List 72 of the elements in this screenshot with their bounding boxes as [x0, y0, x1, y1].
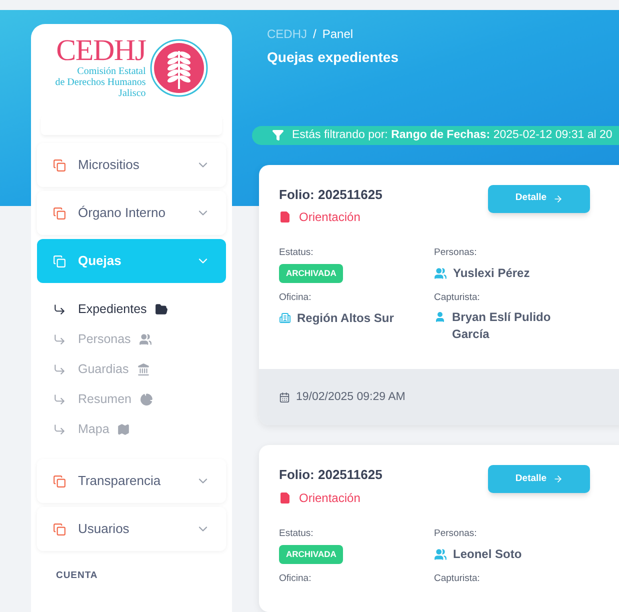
document-icon — [279, 211, 291, 223]
sub-arrow-icon — [53, 332, 66, 346]
submenu-label: Resumen — [78, 390, 132, 408]
breadcrumb-separator: / — [313, 26, 316, 43]
map-icon — [117, 422, 130, 436]
submenu-label: Expedientes — [78, 300, 147, 318]
section-heading: CUENTA — [56, 569, 99, 583]
breadcrumb-item[interactable]: CEDHJ — [267, 25, 308, 43]
folio-text: Folio: 202511625 — [279, 186, 382, 204]
submenu-label: Personas — [78, 330, 131, 348]
status-badge: ARCHIVADA — [279, 264, 344, 283]
field-value: Leonel Soto — [453, 546, 522, 563]
building-icon — [279, 312, 291, 324]
sub-arrow-icon — [53, 422, 66, 436]
sidebar-menu-item[interactable]: Órgano Interno — [37, 191, 226, 235]
copy-icon — [53, 254, 66, 268]
type-text: Orientación — [299, 490, 360, 507]
copy-icon — [53, 522, 66, 536]
breadcrumb-item: Panel — [322, 26, 354, 43]
calendar-icon — [279, 392, 290, 403]
logo-text: de Derechos Humanos — [55, 77, 146, 88]
detail-button[interactable]: Detalle — [488, 184, 590, 212]
sidebar-menu-item[interactable]: Transparencia — [37, 459, 226, 503]
field-label: Estatus: — [279, 526, 314, 541]
building-icon — [136, 362, 150, 376]
field-value: Bryan Eslí Pulido García — [452, 309, 552, 344]
document-icon — [279, 492, 291, 504]
field-label: Capturista: — [434, 572, 481, 586]
field-label: Personas: — [434, 526, 478, 541]
users-icon — [434, 548, 447, 560]
folio-text: Folio: 202511625 — [279, 466, 382, 484]
sub-arrow-icon — [53, 392, 66, 406]
detail-button[interactable]: Detalle — [488, 465, 590, 494]
pie-chart-icon — [140, 392, 152, 406]
arrow-right-icon — [552, 194, 563, 204]
date-text: 19/02/2025 09:29 AM — [296, 390, 406, 405]
field-value: Región Altos Sur — [297, 310, 394, 328]
field-label: Oficina: — [279, 572, 312, 586]
logo-text: Jalisco — [118, 88, 146, 99]
field-label: Oficina: — [279, 291, 312, 305]
filter-text: Estás filtrando por: Rango de Fechas: 2025-02-12 09:31 al 20 — [292, 128, 612, 143]
user-icon — [434, 311, 446, 324]
status-badge: ARCHIVADA — [279, 545, 344, 564]
field-label: Capturista: — [434, 291, 481, 305]
sidebar-menu-item[interactable]: Micrositios — [37, 143, 226, 187]
page-title: Quejas expedientes — [267, 48, 400, 67]
logo-acronym: CEDHJ — [56, 36, 146, 66]
sidebar-menu-item[interactable]: Quejas — [37, 239, 226, 283]
users-icon — [138, 332, 152, 346]
type-text: Orientación — [299, 209, 360, 226]
submenu-item[interactable]: Expedientes — [53, 299, 226, 319]
sub-arrow-icon — [53, 362, 66, 376]
filter-icon — [272, 129, 284, 142]
folder-icon — [154, 302, 168, 316]
arrow-right-icon — [552, 474, 563, 484]
submenu-item[interactable]: Mapa — [53, 419, 226, 439]
submenu-label: Guardias — [78, 360, 129, 378]
submenu-item[interactable]: Personas — [53, 329, 226, 349]
field-label: Estatus: — [279, 246, 314, 260]
sidebar-menu-item[interactable]: Usuarios — [37, 507, 226, 551]
submenu-item[interactable]: Guardias — [53, 359, 226, 379]
users-icon — [434, 266, 447, 280]
submenu-label: Mapa — [78, 420, 110, 438]
copy-icon — [53, 158, 66, 172]
sub-arrow-icon — [53, 302, 66, 316]
wheat-emblem-icon — [150, 38, 208, 96]
submenu-item[interactable]: Resumen — [53, 389, 226, 409]
field-label: Personas: — [434, 246, 478, 260]
copy-icon — [53, 206, 66, 220]
logo-text: Comisión Estatal — [77, 66, 146, 77]
field-value: Yuslexi Pérez — [453, 265, 530, 282]
copy-icon — [53, 474, 66, 488]
